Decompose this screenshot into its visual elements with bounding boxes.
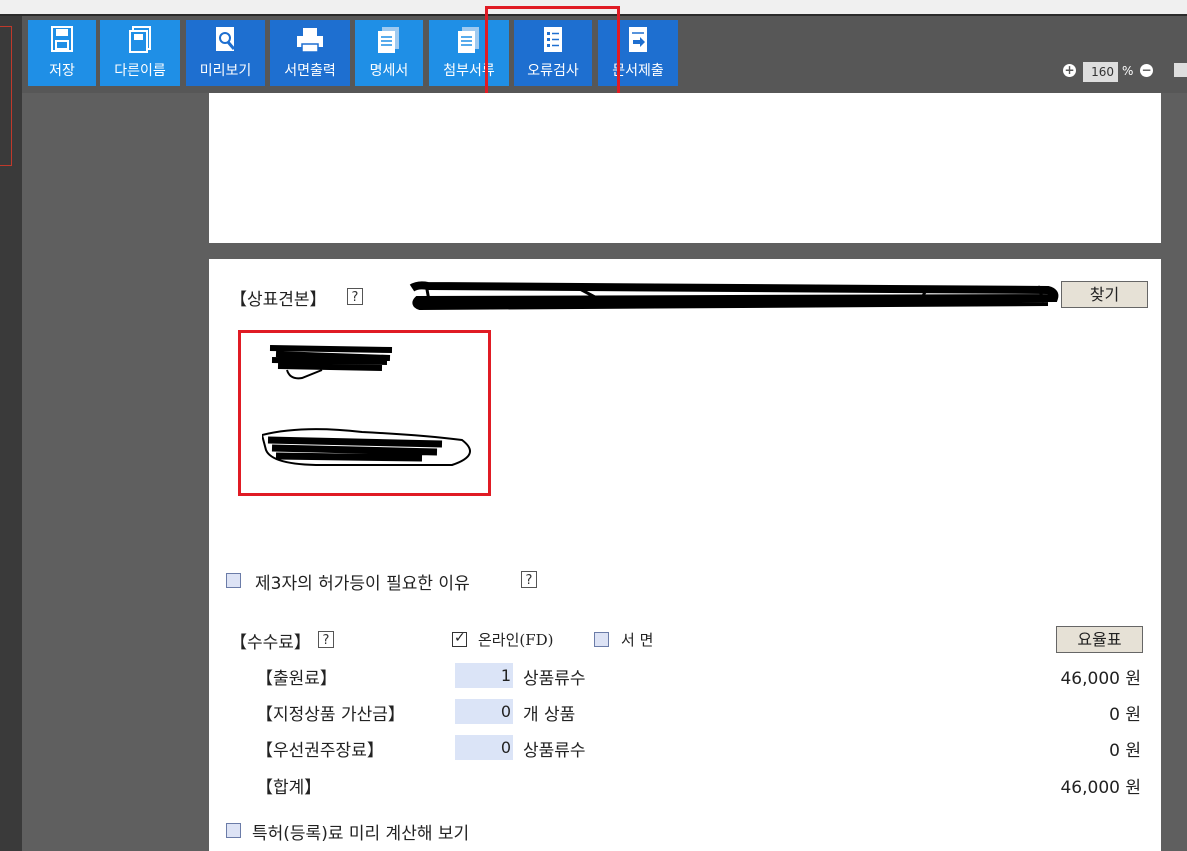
priority-claim-amount: 0 원	[1109, 741, 1141, 761]
preview-icon	[214, 26, 238, 58]
online-label: 온라인(FD)	[478, 631, 554, 649]
zoom-out-icon[interactable]: −	[1140, 64, 1153, 77]
print-label: 서면출력	[284, 63, 336, 79]
priority-claim-count-input[interactable]: 0	[455, 735, 513, 760]
save-icon	[51, 26, 73, 56]
zoom-level-field[interactable]: 160	[1083, 62, 1118, 82]
total-amount: 46,000 원	[1060, 778, 1141, 798]
fit-page-icon[interactable]	[1174, 63, 1187, 77]
zoom-unit: %	[1122, 64, 1134, 78]
specimen-image	[262, 345, 471, 466]
submit-icon	[627, 26, 649, 58]
save-as-label: 다른이름	[114, 63, 166, 79]
designated-goods-count-input[interactable]: 0	[455, 699, 513, 724]
priority-claim-fee-label: 【우선권주장료】	[256, 741, 384, 761]
specification-label: 명세서	[369, 63, 409, 79]
specification-button[interactable]: 명세서	[355, 20, 423, 86]
precalc-label: 특허(등록)료 미리 계산해 보기	[252, 824, 470, 844]
attachment-icon	[456, 26, 482, 58]
print-icon	[295, 26, 325, 58]
preview-label: 미리보기	[199, 63, 252, 79]
document-icon	[376, 26, 402, 58]
priority-claim-unit: 상품류수	[523, 741, 586, 761]
save-as-icon	[128, 26, 152, 58]
paper-checkbox[interactable]	[594, 632, 609, 647]
application-fee-count-input[interactable]: 1	[455, 663, 513, 688]
find-button[interactable]: 찾기	[1061, 281, 1148, 308]
preview-button[interactable]: 미리보기	[186, 20, 265, 86]
specimen-help-icon[interactable]: ?	[347, 288, 363, 305]
rate-table-button[interactable]: 요율표	[1056, 626, 1143, 653]
save-label: 저장	[49, 63, 75, 79]
online-checkbox[interactable]	[452, 630, 467, 647]
zoom-in-icon[interactable]: +	[1063, 64, 1076, 77]
save-as-button[interactable]: 다른이름	[100, 20, 180, 86]
third-party-help-icon[interactable]: ?	[521, 571, 537, 588]
third-party-reason-label: 제3자의 허가등이 필요한 이유	[255, 574, 470, 594]
designated-goods-amount: 0 원	[1109, 705, 1141, 725]
designated-goods-fee-label: 【지정상품 가산금】	[256, 705, 405, 725]
redaction-mark	[409, 281, 1059, 310]
fee-label: 【수수료】	[230, 633, 311, 653]
designated-goods-unit: 개 상품	[523, 705, 576, 725]
precalc-checkbox[interactable]	[226, 823, 241, 838]
total-label: 【합계】	[256, 778, 322, 798]
third-party-reason-checkbox[interactable]	[226, 573, 241, 588]
application-fee-amount: 46,000 원	[1060, 669, 1141, 689]
selected-thumbnail[interactable]	[0, 26, 12, 166]
fee-help-icon[interactable]: ?	[318, 631, 334, 648]
specimen-label: 【상표견본】	[230, 290, 327, 310]
document-page-top	[209, 93, 1161, 243]
save-button[interactable]: 저장	[28, 20, 96, 86]
print-button[interactable]: 서면출력	[270, 20, 350, 86]
left-thumbnail-panel[interactable]	[0, 16, 22, 851]
paper-label: 서 면	[621, 631, 654, 649]
application-fee-unit: 상품류수	[523, 669, 586, 689]
application-fee-label: 【출원료】	[256, 669, 337, 689]
highlight-box	[485, 6, 620, 97]
